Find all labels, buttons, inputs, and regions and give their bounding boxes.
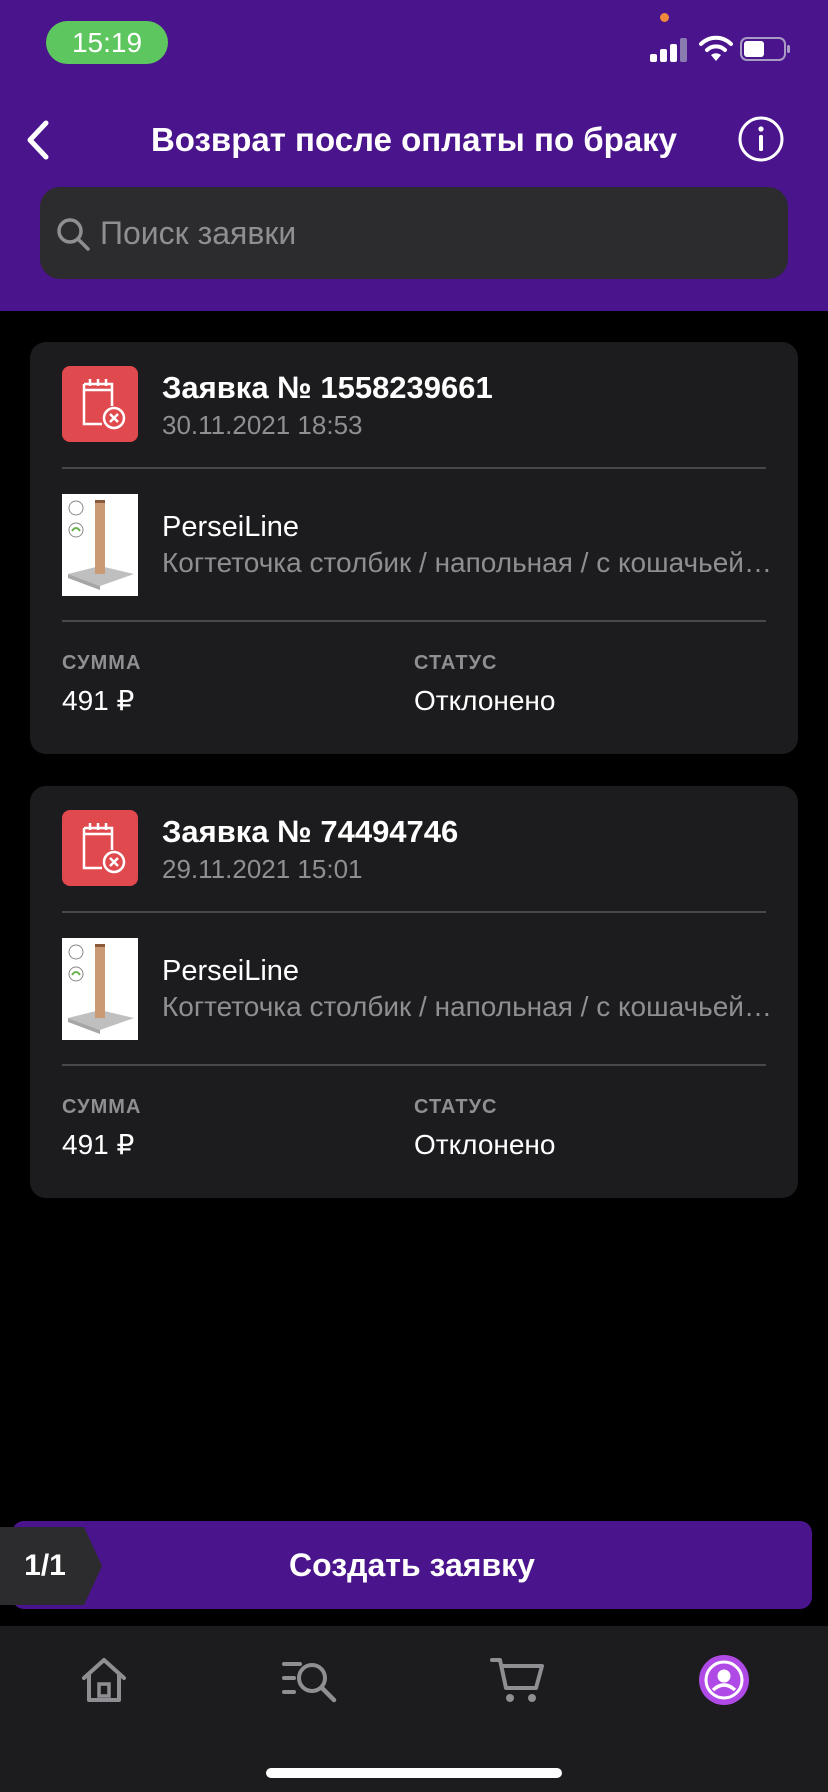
chevron-left-icon [27, 120, 49, 160]
request-card[interactable]: Заявка № 74494746 29.11.2021 15:01 Perse… [30, 786, 798, 1198]
create-request-button[interactable]: Создать заявку [12, 1521, 812, 1609]
divider [62, 467, 766, 469]
product-name: Когтеточка столбик / напольная / с кошач… [162, 547, 772, 578]
tab-profile[interactable] [694, 1650, 754, 1710]
tab-bar [0, 1626, 828, 1792]
tab-cart[interactable] [488, 1650, 548, 1710]
product-brand: PerseiLine [162, 955, 300, 987]
back-button[interactable] [18, 115, 62, 165]
cellular-signal-icon [650, 38, 690, 62]
battery-icon [740, 37, 790, 61]
page-title: Возврат после оплаты по браку [150, 121, 678, 158]
sum-value: 491 ₽ [62, 1129, 135, 1160]
status-label: СТАТУС [414, 1096, 498, 1118]
page-indicator: 1/1 [0, 1527, 104, 1605]
sum-label: СУММА [62, 1096, 142, 1118]
product-image [62, 494, 138, 596]
create-request-label: Создать заявку [289, 1547, 535, 1583]
request-date: 29.11.2021 15:01 [162, 854, 363, 884]
page-indicator-label: 1/1 [24, 1549, 66, 1582]
request-number: Заявка № 1558239661 [162, 370, 493, 405]
divider [62, 620, 766, 622]
request-date: 30.11.2021 18:53 [162, 410, 363, 440]
tab-catalog[interactable] [280, 1650, 340, 1710]
product-image [62, 938, 138, 1040]
status-label: СТАТУС [414, 652, 498, 674]
info-button[interactable] [736, 114, 786, 164]
divider [62, 911, 766, 913]
status-value: Отклонено [414, 1129, 556, 1160]
search-icon [57, 218, 90, 251]
product-name: Когтеточка столбик / напольная / с кошач… [162, 991, 772, 1022]
request-card[interactable]: Заявка № 1558239661 30.11.2021 18:53 Per… [30, 342, 798, 754]
rejected-request-icon [62, 366, 138, 442]
search-box[interactable] [40, 187, 788, 279]
tab-home[interactable] [74, 1650, 134, 1710]
home-indicator [266, 1768, 562, 1778]
sum-label: СУММА [62, 652, 142, 674]
search-input[interactable] [100, 187, 760, 279]
rejected-request-icon [62, 810, 138, 886]
privacy-indicator-dot [660, 13, 669, 22]
status-time: 15:19 [46, 21, 168, 64]
wifi-icon [699, 35, 733, 61]
info-circle-icon [738, 116, 784, 162]
divider [62, 1064, 766, 1066]
home-icon [82, 1658, 126, 1702]
sum-value: 491 ₽ [62, 685, 135, 716]
cart-icon [490, 1658, 544, 1702]
header: 15:19 Возврат после оплаты по браку [0, 0, 828, 311]
request-number: Заявка № 74494746 [162, 814, 459, 849]
status-value: Отклонено [414, 685, 556, 716]
product-brand: PerseiLine [162, 511, 300, 543]
profile-icon [699, 1655, 749, 1705]
catalog-search-icon [282, 1662, 337, 1703]
